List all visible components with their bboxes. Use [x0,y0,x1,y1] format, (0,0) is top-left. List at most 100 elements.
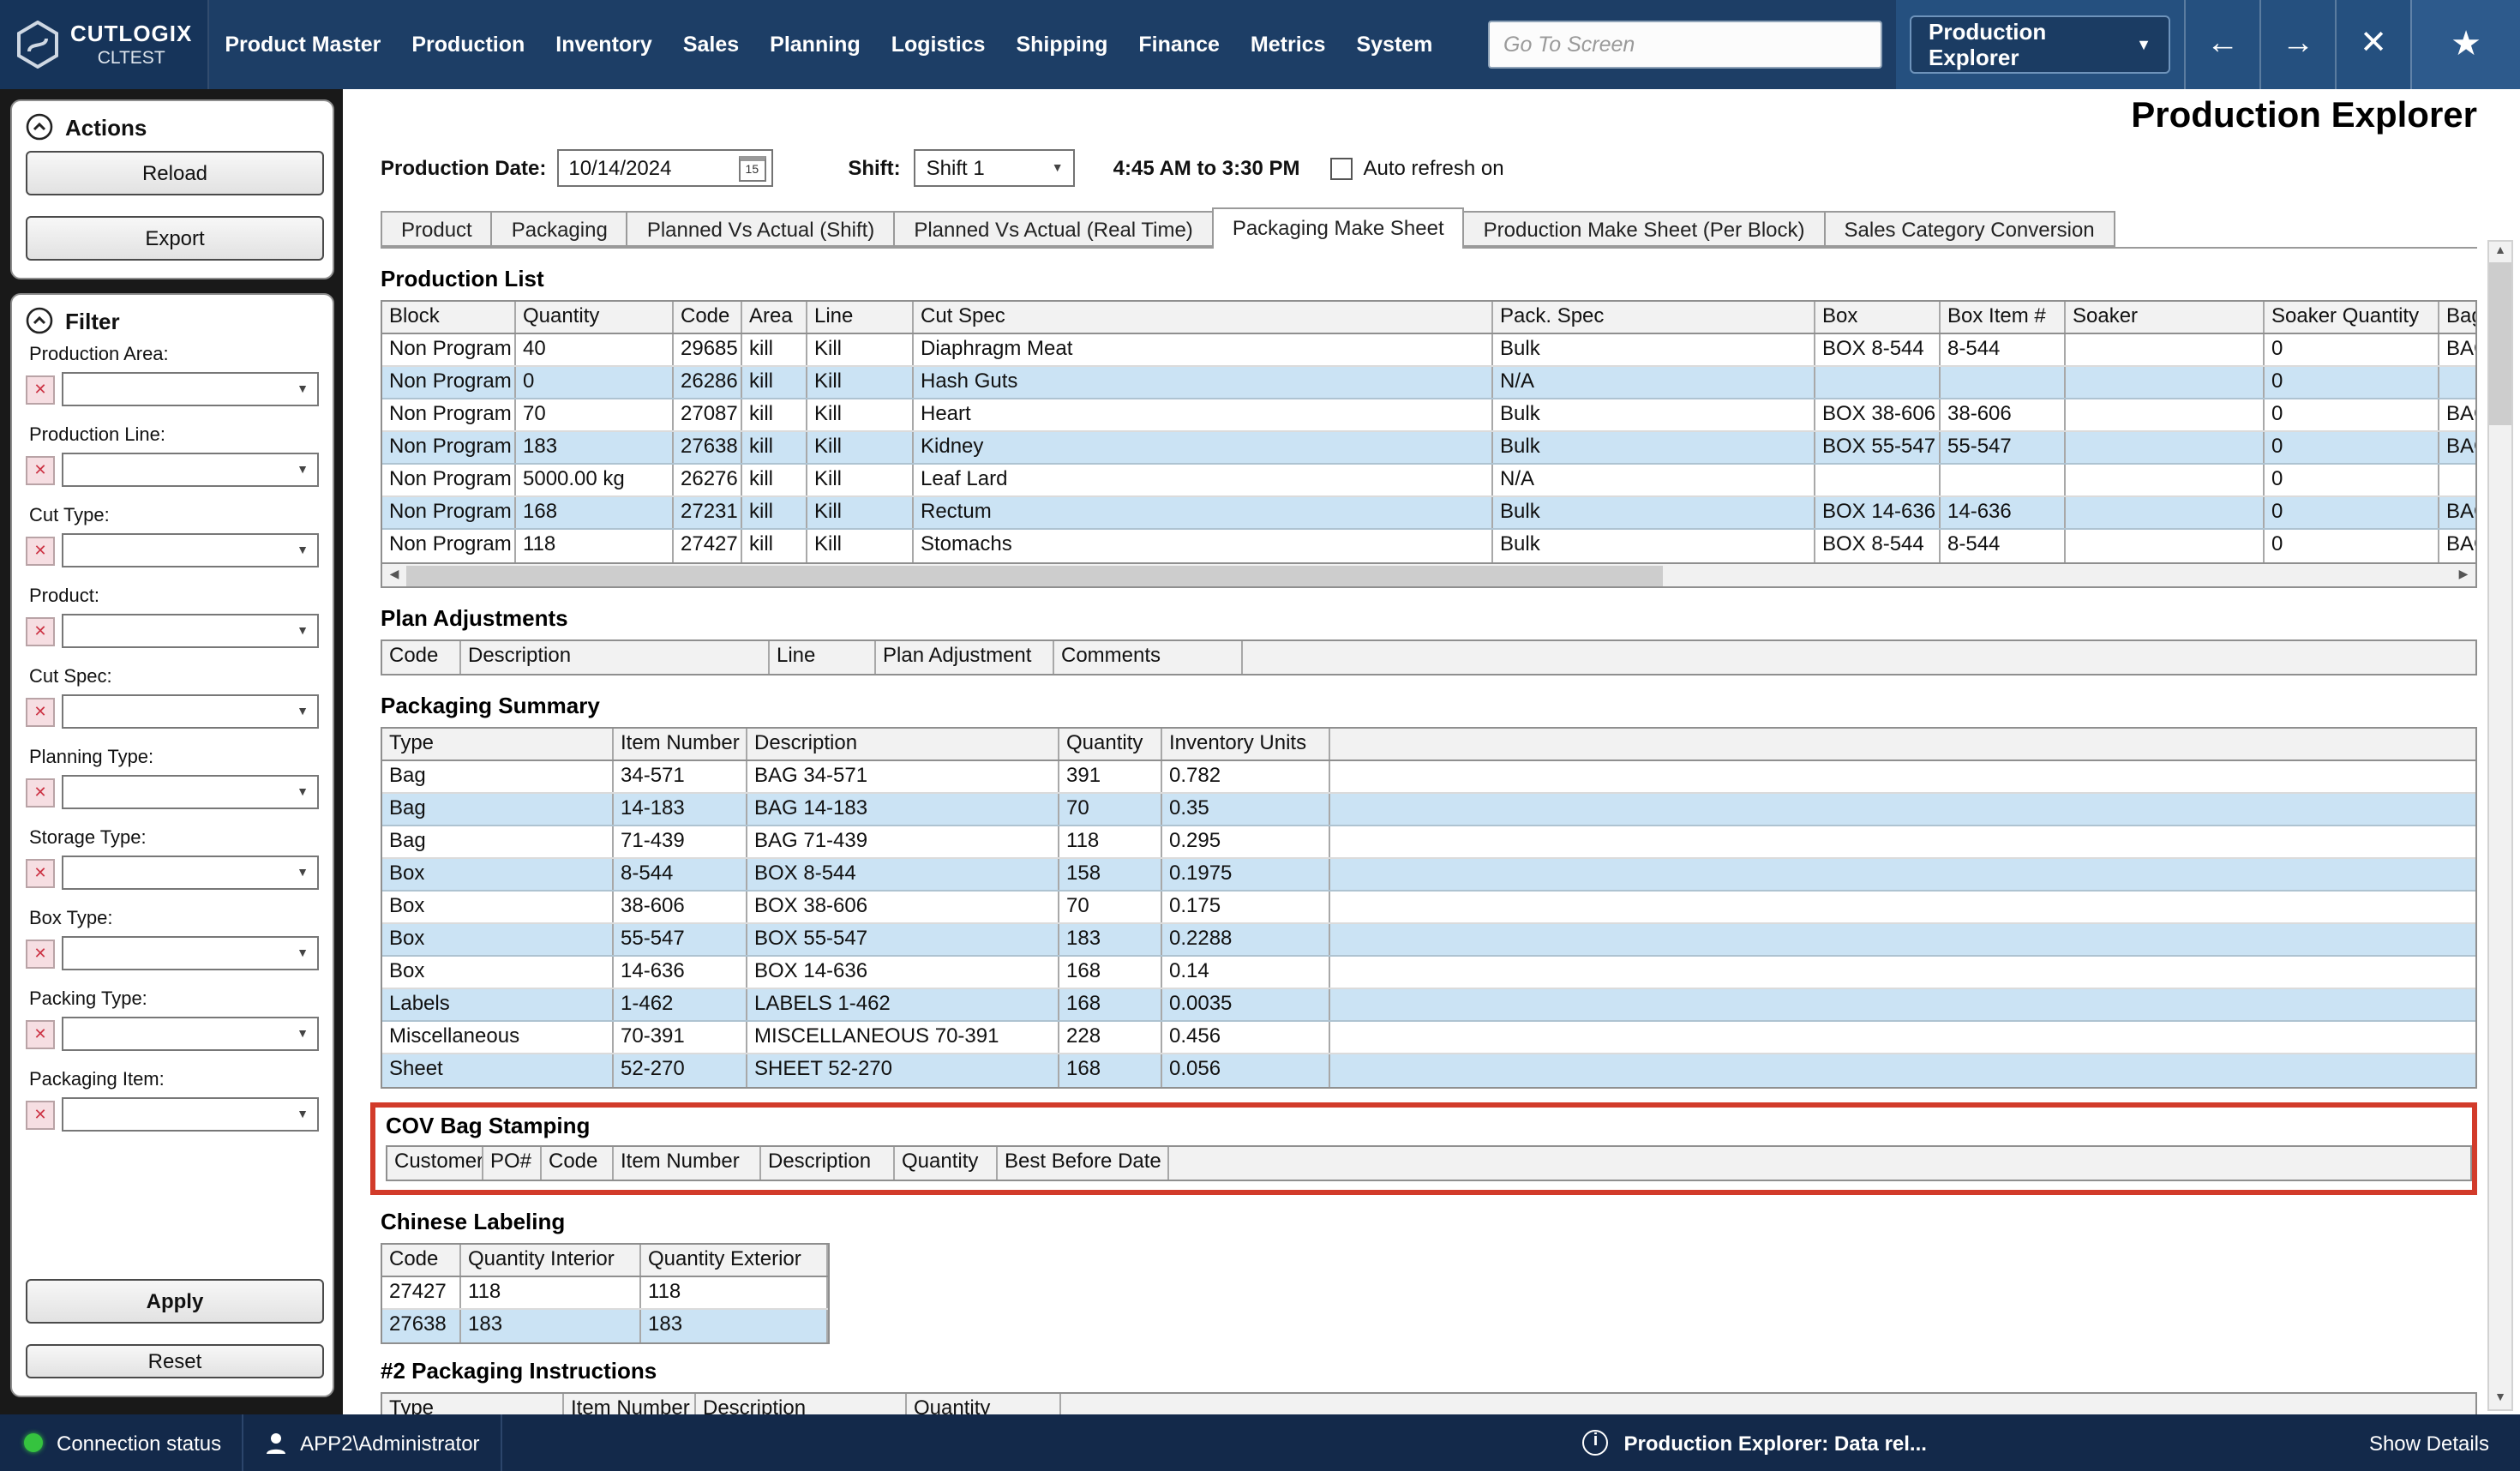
column-header-cut-spec[interactable]: Cut Spec [914,302,1493,333]
screen-selector-dropdown[interactable]: Production Explorer ▼ [1910,15,2170,74]
column-header-best-before-date[interactable]: Best Before Date [998,1147,1169,1180]
table-row[interactable]: Box 14-636 BOX 14-636 168 0.14 [382,957,2475,989]
menu-item-sales[interactable]: Sales [668,0,754,89]
tab-planned-vs-actual-real-time[interactable]: Planned Vs Actual (Real Time) [895,211,1214,247]
product-select[interactable]: ▼ [62,614,319,648]
table-row[interactable]: Non Program 0 26286 kill Kill Hash Guts N/A 0 [382,367,2475,399]
column-header-plan-adjustment[interactable]: Plan Adjustment [876,641,1054,674]
reset-button[interactable]: Reset [26,1344,324,1378]
table-row[interactable]: Non Program 183 27638 kill Kill Kidney Bulk BOX… [382,432,2475,465]
column-header-line[interactable]: Line [807,302,914,333]
planning-type-select[interactable]: ▼ [62,775,319,809]
tab-sales-category-conversion[interactable]: Sales Category Conversion [1825,211,2115,247]
shift-select[interactable]: Shift 1 ▼ [914,149,1076,187]
horizontal-scrollbar[interactable]: ◀ ▶ [381,564,2477,588]
table-row[interactable]: Labels 1-462 LABELS 1-462 168 0.0035 [382,989,2475,1022]
apply-button[interactable]: Apply [26,1279,324,1324]
column-header-inventory-units[interactable]: Inventory Units [1162,729,1330,760]
column-header-description[interactable]: Description [761,1147,895,1180]
menu-item-shipping[interactable]: Shipping [1000,0,1123,89]
column-header-box[interactable]: Box [1815,302,1941,333]
table-row[interactable]: Box 38-606 BOX 38-606 70 0.175 [382,892,2475,924]
reload-button[interactable]: Reload [26,151,324,195]
column-header-description[interactable]: Description [696,1394,907,1414]
table-row[interactable]: Non Program 118 27427 kill Kill Stomachs Bulk B… [382,530,2475,562]
tab-production-make-sheet-per-block[interactable]: Production Make Sheet (Per Block) [1464,211,1826,247]
clear-packing-type-icon[interactable]: ✕ [26,1019,55,1048]
table-row[interactable]: Non Program 40 29685 kill Kill Diaphragm Meat… [382,334,2475,367]
info-icon[interactable]: i [1582,1430,1609,1456]
forward-button[interactable]: → [2259,0,2335,89]
table-row[interactable]: Sheet 52-270 SHEET 52-270 168 0.056 [382,1054,2475,1087]
export-button[interactable]: Export [26,216,324,261]
cut-type-select[interactable]: ▼ [62,533,319,567]
clear-storage-type-icon[interactable]: ✕ [26,858,55,887]
brand-block[interactable]: CUTLOGIX CLTEST [0,0,210,89]
column-header-box-item[interactable]: Box Item # [1941,302,2066,333]
clear-planning-type-icon[interactable]: ✕ [26,778,55,807]
column-header-soaker-quantity[interactable]: Soaker Quantity [2265,302,2439,333]
actions-panel-header[interactable]: Actions [26,113,319,141]
menu-item-planning[interactable]: Planning [754,0,876,89]
column-header-code[interactable]: Code [542,1147,614,1180]
production-area-select[interactable]: ▼ [62,372,319,406]
production-line-select[interactable]: ▼ [62,453,319,487]
cut-spec-select[interactable]: ▼ [62,694,319,729]
tab-packaging-make-sheet[interactable]: Packaging Make Sheet [1211,207,1465,249]
menu-item-system[interactable]: System [1341,0,1448,89]
column-header-item-number[interactable]: Item Number [614,1147,761,1180]
menu-item-finance[interactable]: Finance [1123,0,1235,89]
table-row[interactable]: Box 8-544 BOX 8-544 158 0.1975 [382,859,2475,892]
show-details-link[interactable]: Show Details [2369,1431,2489,1455]
packaging-item-select[interactable]: ▼ [62,1097,319,1132]
close-button[interactable]: ✕ [2335,0,2410,89]
column-header-po[interactable]: PO# [483,1147,542,1180]
storage-type-select[interactable]: ▼ [62,856,319,890]
favorite-button[interactable]: ★ [2410,0,2520,89]
table-row[interactable]: Non Program 5000.00 kg 26276 kill Kill Leaf L… [382,465,2475,497]
column-header-quantity-exterior[interactable]: Quantity Exterior [641,1245,828,1276]
clear-product-icon[interactable]: ✕ [26,616,55,645]
go-to-screen-input[interactable] [1488,21,1882,69]
menu-item-product-master[interactable]: Product Master [209,0,396,89]
menu-item-production[interactable]: Production [396,0,540,89]
column-header-bag[interactable]: Bag [2439,302,2475,333]
column-header-quantity[interactable]: Quantity [516,302,674,333]
auto-refresh-checkbox[interactable] [1330,157,1353,179]
column-header-comments[interactable]: Comments [1054,641,1243,674]
scrollbar-thumb[interactable] [406,565,1663,585]
column-header-item-number[interactable]: Item Number [564,1394,696,1414]
scrollbar-thumb[interactable] [2489,262,2511,425]
production-date-input[interactable]: 10/14/2024 15 [556,149,773,187]
column-header-code[interactable]: Code [382,641,461,674]
column-header-line[interactable]: Line [770,641,876,674]
clear-production-area-icon[interactable]: ✕ [26,375,55,404]
filter-panel-header[interactable]: Filter [26,307,319,334]
column-header-pack-spec[interactable]: Pack. Spec [1493,302,1815,333]
table-row[interactable]: Miscellaneous 70-391 MISCELLANEOUS 70-391 2… [382,1022,2475,1054]
column-header-quantity[interactable]: Quantity [1059,729,1162,760]
calendar-icon[interactable]: 15 [738,155,766,181]
column-header-code[interactable]: Code [382,1245,461,1276]
column-header-type[interactable]: Type [382,729,614,760]
column-header-quantity[interactable]: Quantity [895,1147,998,1180]
table-row[interactable]: Bag 71-439 BAG 71-439 118 0.295 [382,826,2475,859]
column-header-type[interactable]: Type [382,1394,564,1414]
column-header-item-number[interactable]: Item Number [614,729,747,760]
scroll-up-icon[interactable]: ▲ [2489,242,2511,262]
clear-box-type-icon[interactable]: ✕ [26,939,55,968]
scroll-right-icon[interactable]: ▶ [2451,565,2475,585]
menu-item-metrics[interactable]: Metrics [1235,0,1341,89]
clear-cut-spec-icon[interactable]: ✕ [26,697,55,726]
scroll-down-icon[interactable]: ▼ [2489,1389,2511,1409]
table-row[interactable]: Box 55-547 BOX 55-547 183 0.2288 [382,924,2475,957]
menu-item-inventory[interactable]: Inventory [540,0,668,89]
column-header-code[interactable]: Code [674,302,742,333]
column-header-customer[interactable]: Customer [387,1147,483,1180]
back-button[interactable]: ← [2184,0,2259,89]
tab-packaging[interactable]: Packaging [492,211,628,247]
clear-cut-type-icon[interactable]: ✕ [26,536,55,565]
column-header-area[interactable]: Area [742,302,807,333]
column-header-quantity-interior[interactable]: Quantity Interior [461,1245,641,1276]
column-header-soaker[interactable]: Soaker [2066,302,2265,333]
